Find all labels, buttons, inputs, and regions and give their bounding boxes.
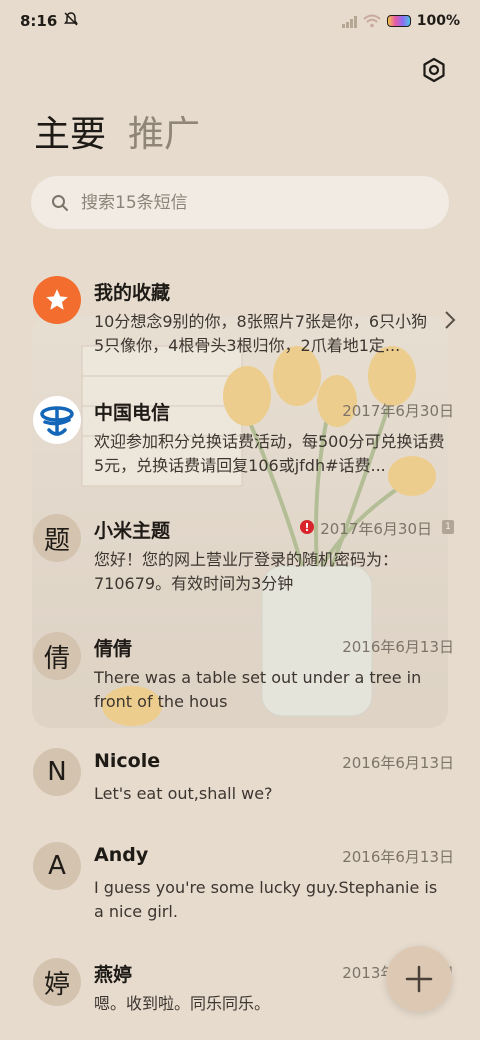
contact-avatar: 婷 (33, 958, 81, 1006)
conversation-date: 2016年6月13日 (342, 848, 454, 866)
contact-avatar: A (33, 842, 81, 890)
search-input[interactable] (81, 192, 421, 213)
tab-promo[interactable]: 推广 (128, 112, 200, 158)
china-telecom-logo (40, 406, 74, 436)
bell-muted-icon (63, 11, 79, 31)
tab-bar: 主要 推广 (34, 112, 200, 158)
conversation-preview: 您好！您的网上营业厅登录的随机密码为：710679。有效时间为3分钟 (94, 550, 399, 593)
compose-button[interactable] (386, 946, 452, 1012)
conversation-name: 小米主题 (94, 520, 171, 542)
conversation-item-miui-theme[interactable]: 题 小米主题 ! 2017年6月30日 1 您好！您的网上营业厅登录的随机密码为… (0, 504, 480, 604)
conversation-preview: 欢迎参加积分兑换话费活动，每500分可兑换话费5元，兑换话费请回复106或jfd… (94, 432, 445, 475)
star-icon (46, 289, 68, 310)
telecom-avatar (33, 396, 81, 444)
conversation-name: 燕婷 (94, 964, 133, 986)
conversation-name: 我的收藏 (94, 282, 171, 304)
conversation-item-qianqian[interactable]: 倩 倩倩 2016年6月13日 There was a table set ou… (0, 622, 480, 722)
conversation-item-telecom[interactable]: 中国电信 2017年6月30日 欢迎参加积分兑换话费活动，每500分可兑换话费5… (0, 386, 480, 486)
contact-avatar: 倩 (33, 632, 81, 680)
battery-icon (386, 15, 411, 27)
conversation-item-nicole[interactable]: N Nicole 2016年6月13日 Let's eat out,shall … (0, 738, 480, 838)
conversation-name: Andy (94, 844, 149, 866)
search-icon (52, 194, 68, 211)
status-right: 100% (341, 13, 460, 29)
conversation-date: 2017年6月30日 (320, 520, 432, 538)
sim-card-icon: 1 (442, 520, 454, 534)
conversation-date: 2016年6月13日 (342, 754, 454, 772)
chevron-right-icon (445, 311, 456, 329)
conversation-preview: There was a table set out under a tree i… (94, 668, 422, 711)
status-bar: 8:16 100% (0, 0, 480, 42)
tab-primary[interactable]: 主要 (34, 112, 106, 158)
conversation-name: 倩倩 (94, 638, 133, 660)
status-time: 8:16 (20, 12, 58, 30)
error-icon: ! (300, 520, 314, 534)
conversation-preview: 10分想念9别的你，8张照片7张是你，6只小狗5只像你，4根骨头3根归你，2爪着… (94, 312, 428, 355)
signal-icon (341, 15, 357, 28)
conversation-date: 2016年6月13日 (342, 638, 454, 656)
conversation-name: Nicole (94, 750, 161, 772)
search-bar[interactable] (31, 176, 449, 229)
settings-icon (423, 57, 445, 83)
conversation-name: 中国电信 (94, 402, 171, 424)
contact-avatar: N (33, 748, 81, 796)
conversation-preview: I guess you're some lucky guy.Stephanie … (94, 878, 438, 921)
favorites-avatar (33, 276, 81, 324)
conversation-preview: Let's eat out,shall we? (94, 784, 273, 803)
battery-percent: 100% (416, 13, 460, 29)
settings-button[interactable] (418, 54, 450, 86)
plus-icon (405, 965, 433, 993)
conversation-date: 2017年6月30日 (342, 402, 454, 420)
conversation-item-andy[interactable]: A Andy 2016年6月13日 I guess you're some lu… (0, 832, 480, 932)
conversation-item-favorites[interactable]: 我的收藏 10分想念9别的你，8张照片7张是你，6只小狗5只像你，4根骨头3根归… (0, 266, 480, 366)
contact-avatar: 题 (33, 514, 81, 562)
wifi-icon (363, 14, 381, 28)
